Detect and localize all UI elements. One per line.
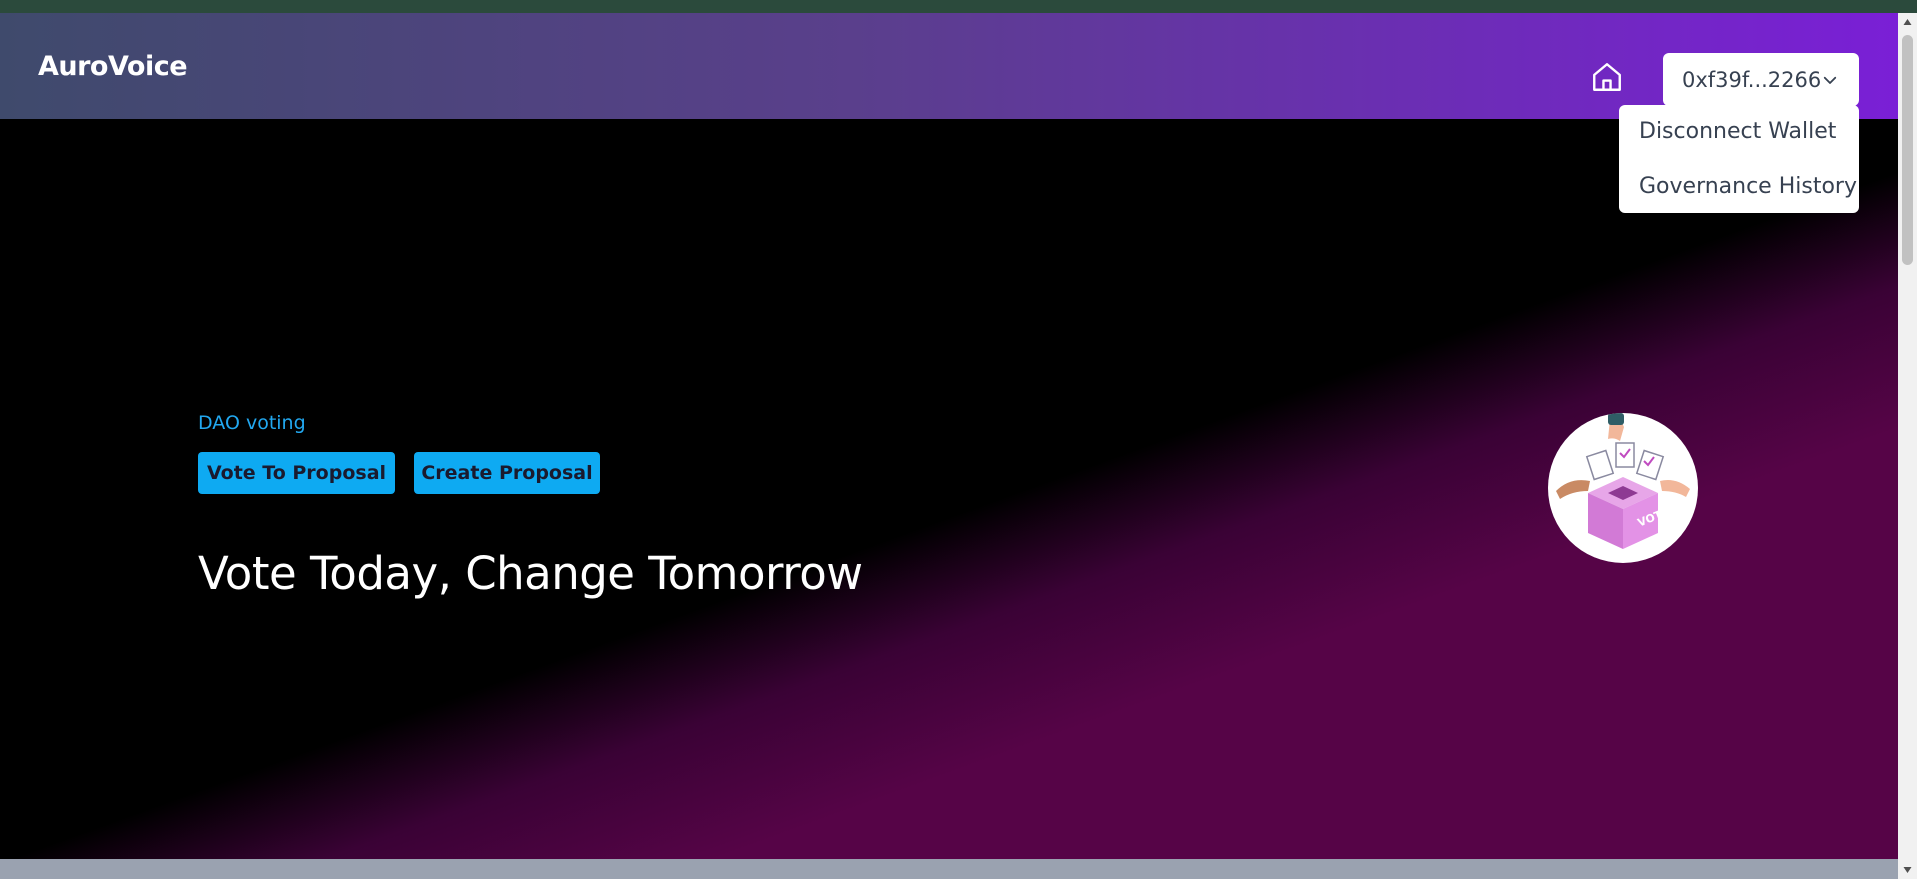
wallet-address: 0xf39f...2266 [1682, 67, 1822, 92]
home-button[interactable] [1590, 60, 1624, 94]
brand-logo[interactable]: AuroVoice [38, 51, 188, 82]
page-bottom-strip [0, 859, 1898, 879]
create-proposal-button[interactable]: Create Proposal [414, 452, 600, 494]
menu-item-disconnect-wallet[interactable]: Disconnect Wallet [1639, 119, 1836, 144]
vote-to-proposal-button[interactable]: Vote To Proposal [198, 452, 395, 494]
navbar: AuroVoice 0xf39f...2266 [0, 13, 1898, 119]
window-top-strip [0, 0, 1917, 13]
chevron-down-icon [1823, 76, 1837, 84]
scroll-up-arrow-icon[interactable] [1902, 17, 1913, 27]
wallet-dropdown-menu: Disconnect Wallet Governance History [1619, 105, 1859, 213]
scrollbar-thumb[interactable] [1902, 35, 1913, 265]
vertical-scrollbar[interactable] [1898, 13, 1917, 879]
ballot-papers-icon [1585, 442, 1665, 481]
hero-eyebrow: DAO voting [198, 412, 306, 434]
home-icon [1593, 63, 1621, 91]
scroll-down-arrow-icon[interactable] [1902, 865, 1913, 875]
vote-illustration: VOTE [1548, 413, 1698, 563]
ballot-box-icon: VOTE [1588, 477, 1671, 549]
menu-item-governance-history[interactable]: Governance History [1639, 174, 1857, 199]
wallet-button[interactable]: 0xf39f...2266 [1663, 53, 1859, 106]
hero-section: DAO voting Vote To Proposal Create Propo… [0, 119, 1898, 859]
hero-headline: Vote Today, Change Tomorrow [198, 547, 863, 601]
